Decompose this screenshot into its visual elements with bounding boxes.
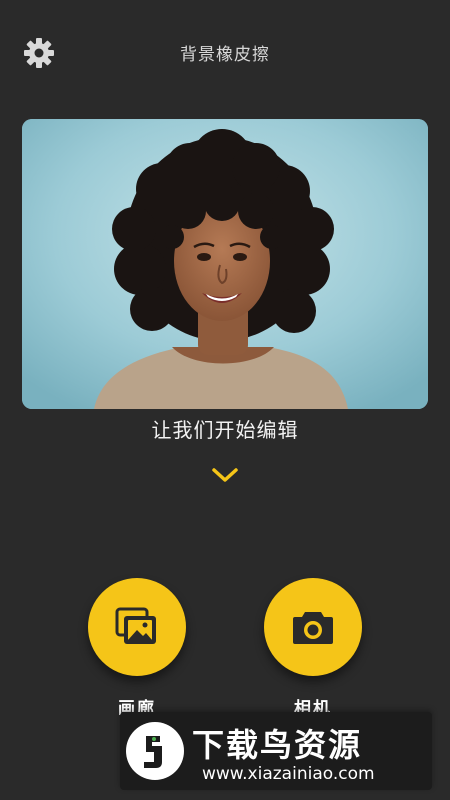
gallery-button[interactable] [88,578,186,676]
portrait-photo [22,119,428,409]
bird-logo-icon [126,722,184,780]
top-bar: 背景橡皮擦 [0,0,450,104]
camera-icon [293,612,333,644]
chevron-down-icon[interactable] [211,466,239,484]
gallery-icon [115,607,156,644]
watermark-banner: 下载鸟资源 www.xiazainiao.com [120,712,432,790]
page-title: 背景橡皮擦 [180,45,270,65]
hero-image [22,119,428,409]
camera-button[interactable] [264,578,362,676]
tagline: 让我们开始编辑 [151,418,299,442]
watermark-title: 下载鸟资源 [192,726,363,764]
watermark-url: www.xiazainiao.com [202,764,375,784]
